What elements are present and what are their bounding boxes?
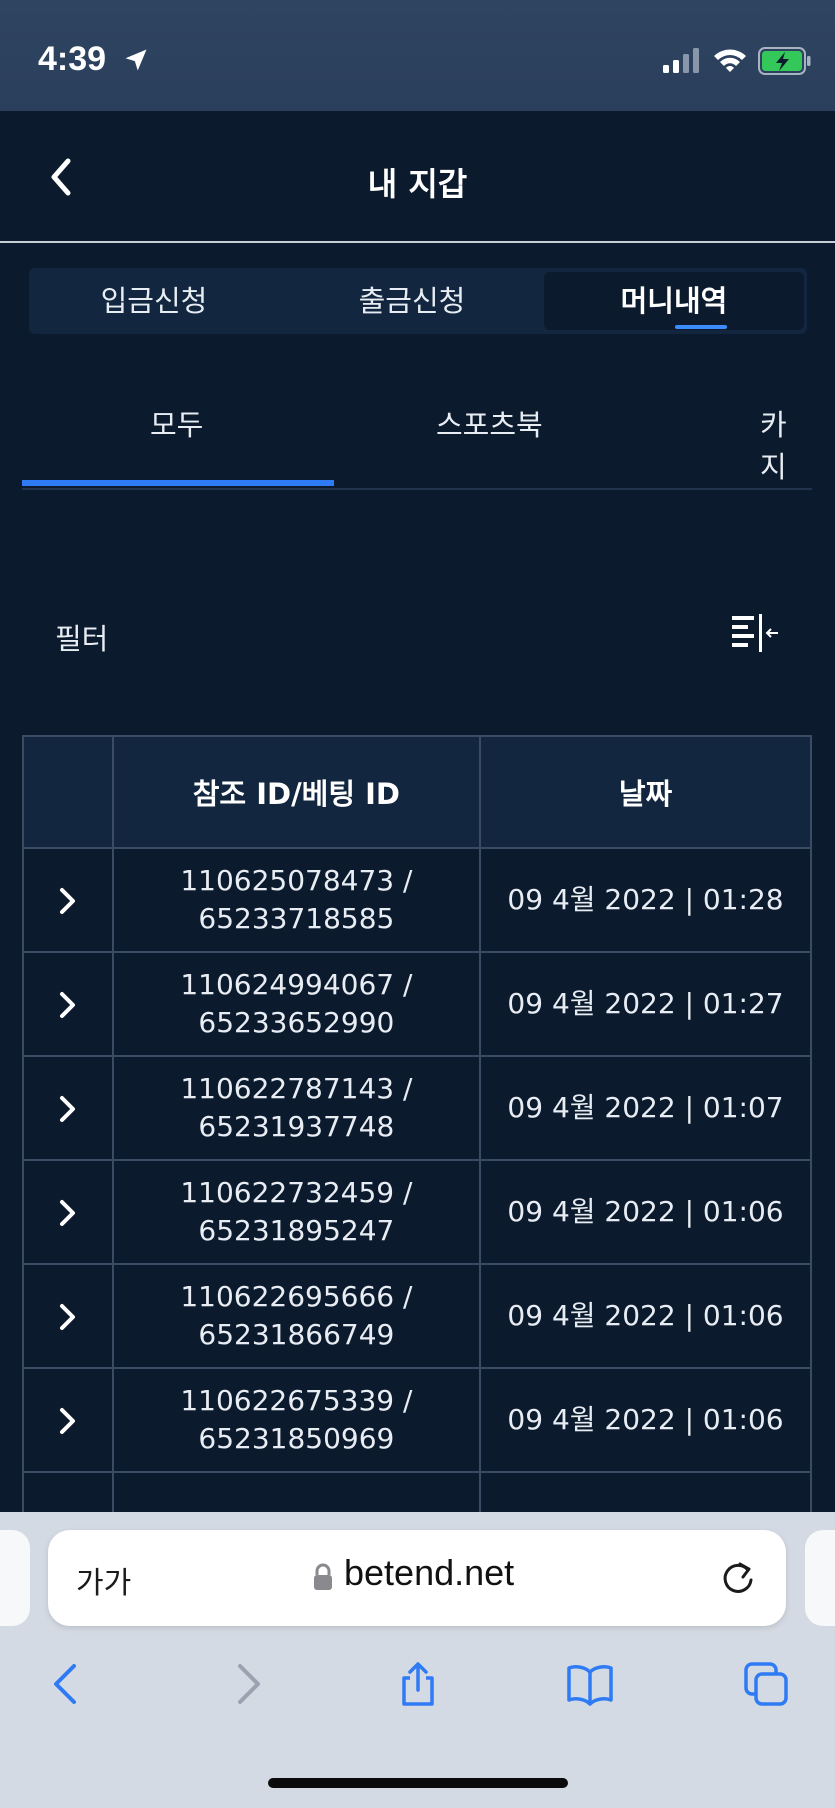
row-date: 09 4월 2022 | 01:06 xyxy=(479,1159,812,1265)
browser-back-icon[interactable] xyxy=(44,1660,92,1708)
subtab-all[interactable]: 모두 xyxy=(150,402,203,444)
table-row[interactable]: 110625078473 / 65233718585 09 4월 2022 | 0… xyxy=(22,847,812,953)
active-tab-underline xyxy=(675,325,727,329)
row-ref-id: 110622787143 / 65231937748 xyxy=(111,1055,482,1161)
location-arrow-icon xyxy=(125,49,147,71)
browser-forward-icon[interactable] xyxy=(222,1660,270,1708)
app-header: 내 지갑 xyxy=(0,111,835,243)
bet-id: 65231850969 xyxy=(198,1422,395,1455)
tab-money-history[interactable]: 머니내역 xyxy=(544,272,804,330)
col-header-date: 날짜 xyxy=(479,735,812,849)
row-expand-button[interactable] xyxy=(22,1263,114,1369)
col-header-expand xyxy=(22,735,114,849)
ref-id: 110624994067 / xyxy=(180,968,413,1001)
tab-deposit-request[interactable]: 입금신청 xyxy=(29,268,279,334)
row-expand-button[interactable] xyxy=(22,1159,114,1265)
filter-collapse-icon[interactable] xyxy=(730,612,780,654)
chevron-right-icon xyxy=(59,888,75,914)
category-subtabs: 모두 스포츠북 카지 xyxy=(22,380,812,490)
ref-id: 110622732459 / xyxy=(180,1176,413,1209)
row-date: 09 4월 2022 | 01:27 xyxy=(479,951,812,1057)
ref-id: 110622695666 / xyxy=(180,1280,413,1313)
chevron-right-icon xyxy=(59,992,75,1018)
wallet-segment-tabs: 입금신청 출금신청 머니내역 xyxy=(29,268,807,334)
address-bar[interactable]: 가가 betend.net xyxy=(48,1530,786,1626)
row-date: 09 4월 2022 | 01:06 xyxy=(479,1367,812,1473)
cellular-signal-icon xyxy=(663,48,699,73)
row-date: 09 4월 2022 | 01:28 xyxy=(479,847,812,953)
chevron-right-icon xyxy=(59,1096,75,1122)
table-header-row: 참조 ID/베팅 ID 날짜 xyxy=(22,735,812,849)
row-expand-button[interactable] xyxy=(22,847,114,953)
row-ref-id: 110622695666 / 65231866749 xyxy=(111,1263,482,1369)
filter-label: 필터 xyxy=(55,622,109,656)
table-row[interactable]: 110622695666 / 65231866749 09 4월 2022 | 0… xyxy=(22,1263,812,1369)
row-ref-id: 110622675339 / 65231850969 xyxy=(111,1367,482,1473)
subtab-active-indicator xyxy=(22,480,334,486)
wifi-icon xyxy=(714,49,746,72)
chevron-right-icon xyxy=(59,1304,75,1330)
bet-id: 65231937748 xyxy=(198,1110,395,1143)
status-bar: 4:39 xyxy=(0,0,835,111)
bet-id: 65231866749 xyxy=(198,1318,395,1351)
row-expand-button[interactable] xyxy=(22,951,114,1057)
table-row[interactable]: 110622675339 / 65231850969 09 4월 2022 | 0… xyxy=(22,1367,812,1473)
next-tab-card[interactable] xyxy=(805,1530,835,1626)
row-expand-button[interactable] xyxy=(22,1055,114,1161)
bet-id: 65233718585 xyxy=(198,902,395,935)
ref-id: 110622787143 / xyxy=(180,1072,413,1105)
bookmarks-icon[interactable] xyxy=(566,1660,614,1708)
page-title: 내 지갑 xyxy=(367,165,468,203)
tab-withdraw-request[interactable]: 출금신청 xyxy=(287,268,537,334)
row-date: 09 4월 2022 | 01:06 xyxy=(479,1263,812,1369)
text-size-button[interactable]: 가가 xyxy=(76,1558,131,1602)
row-ref-id: 110625078473 / 65233718585 xyxy=(111,847,482,953)
chevron-right-icon xyxy=(59,1408,75,1434)
previous-tab-card[interactable] xyxy=(0,1530,30,1626)
url-text[interactable]: betend.net xyxy=(344,1552,514,1594)
ref-id: 110622675339 / xyxy=(180,1384,413,1417)
subtab-sportsbook[interactable]: 스포츠북 xyxy=(436,402,543,444)
row-expand-button[interactable] xyxy=(22,1367,114,1473)
bet-id: 65231895247 xyxy=(198,1214,395,1247)
row-ref-id: 110624994067 / 65233652990 xyxy=(111,951,482,1057)
chevron-right-icon xyxy=(59,1200,75,1226)
table-row[interactable]: 110622732459 / 65231895247 09 4월 2022 | 0… xyxy=(22,1159,812,1265)
bet-id: 65233652990 xyxy=(198,1006,395,1039)
share-icon[interactable] xyxy=(394,1660,442,1708)
lock-icon xyxy=(314,1563,332,1590)
reload-icon[interactable] xyxy=(718,1558,758,1598)
col-header-ref-id: 참조 ID/베팅 ID xyxy=(111,735,482,849)
ref-id: 110625078473 / xyxy=(180,864,413,897)
row-date: 09 4월 2022 | 01:07 xyxy=(479,1055,812,1161)
battery-charging-icon xyxy=(758,47,811,75)
status-time: 4:39 xyxy=(38,40,107,78)
subtab-casino[interactable]: 카지 xyxy=(760,402,812,486)
tabs-overview-icon[interactable] xyxy=(742,1660,790,1708)
table-row[interactable]: 110624994067 / 65233652990 09 4월 2022 | 0… xyxy=(22,951,812,1057)
money-history-table: 참조 ID/베팅 ID 날짜 110625078473 / 65233718585… xyxy=(22,735,812,1533)
row-ref-id: 110622732459 / 65231895247 xyxy=(111,1159,482,1265)
table-row[interactable]: 110622787143 / 65231937748 09 4월 2022 | 0… xyxy=(22,1055,812,1161)
home-indicator xyxy=(268,1778,568,1788)
